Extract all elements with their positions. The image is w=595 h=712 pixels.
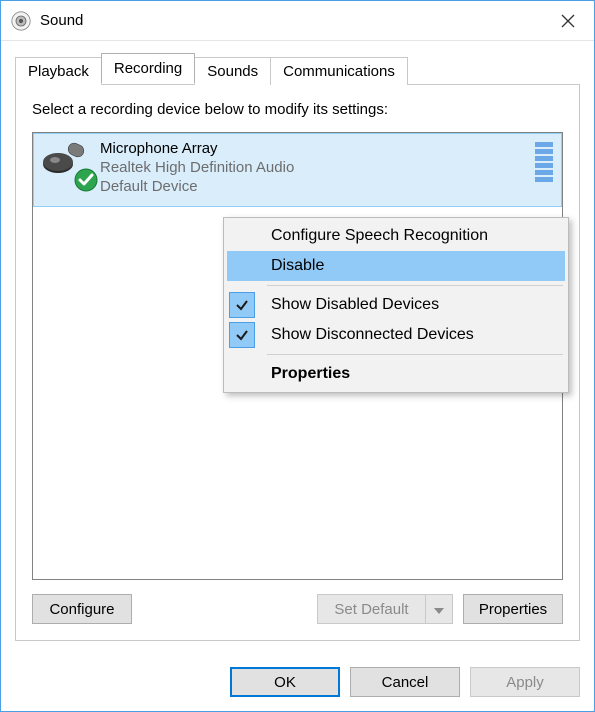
set-default-button[interactable]: Set Default xyxy=(317,594,425,624)
set-default-split-button: Set Default xyxy=(317,594,453,624)
device-description: Realtek High Definition Audio xyxy=(100,159,535,178)
ctx-disable[interactable]: Disable xyxy=(227,251,565,281)
properties-button[interactable]: Properties xyxy=(463,594,563,624)
close-button[interactable] xyxy=(542,1,594,41)
instruction-text: Select a recording device below to modif… xyxy=(32,101,563,118)
ctx-properties[interactable]: Properties xyxy=(227,359,565,389)
tabstrip: Playback Recording Sounds Communications xyxy=(15,53,580,84)
tab-playback[interactable]: Playback xyxy=(15,57,102,85)
titlebar: Sound xyxy=(1,1,594,41)
ctx-separator xyxy=(267,354,563,355)
ok-button[interactable]: OK xyxy=(230,667,340,697)
chevron-down-icon xyxy=(434,601,444,618)
ctx-configure-speech[interactable]: Configure Speech Recognition xyxy=(227,221,565,251)
checkmark-icon xyxy=(229,322,255,348)
level-meter-icon xyxy=(535,140,553,196)
ctx-label: Properties xyxy=(271,365,350,383)
client-area: Playback Recording Sounds Communications… xyxy=(1,41,594,653)
apply-button[interactable]: Apply xyxy=(470,667,580,697)
set-default-dropdown[interactable] xyxy=(425,594,453,624)
ctx-label: Configure Speech Recognition xyxy=(271,227,488,245)
ctx-show-disabled[interactable]: Show Disabled Devices xyxy=(227,290,565,320)
ctx-label: Disable xyxy=(271,257,324,275)
device-context-menu: Configure Speech Recognition Disable Sho… xyxy=(223,217,569,393)
ctx-label: Show Disconnected Devices xyxy=(271,326,474,344)
default-check-badge-icon xyxy=(74,168,98,192)
ctx-label: Show Disabled Devices xyxy=(271,296,439,314)
cancel-button[interactable]: Cancel xyxy=(350,667,460,697)
device-icon xyxy=(42,140,94,188)
device-text: Microphone Array Realtek High Definition… xyxy=(94,140,535,196)
device-row-microphone-array[interactable]: Microphone Array Realtek High Definition… xyxy=(33,133,562,207)
device-name: Microphone Array xyxy=(100,140,535,159)
ctx-show-disconnected[interactable]: Show Disconnected Devices xyxy=(227,320,565,350)
device-status: Default Device xyxy=(100,178,535,197)
tabpage-buttons: Configure Set Default Properties xyxy=(32,594,563,624)
dialog-buttons: OK Cancel Apply xyxy=(1,653,594,711)
sound-dialog: Sound Playback Recording Sounds Communic… xyxy=(0,0,595,712)
ctx-separator xyxy=(267,285,563,286)
tab-sounds[interactable]: Sounds xyxy=(194,57,271,85)
tab-recording[interactable]: Recording xyxy=(101,53,195,84)
tab-communications[interactable]: Communications xyxy=(270,57,408,85)
checkmark-icon xyxy=(229,292,255,318)
sound-app-icon xyxy=(11,11,31,31)
configure-button[interactable]: Configure xyxy=(32,594,132,624)
window-title: Sound xyxy=(40,12,542,29)
